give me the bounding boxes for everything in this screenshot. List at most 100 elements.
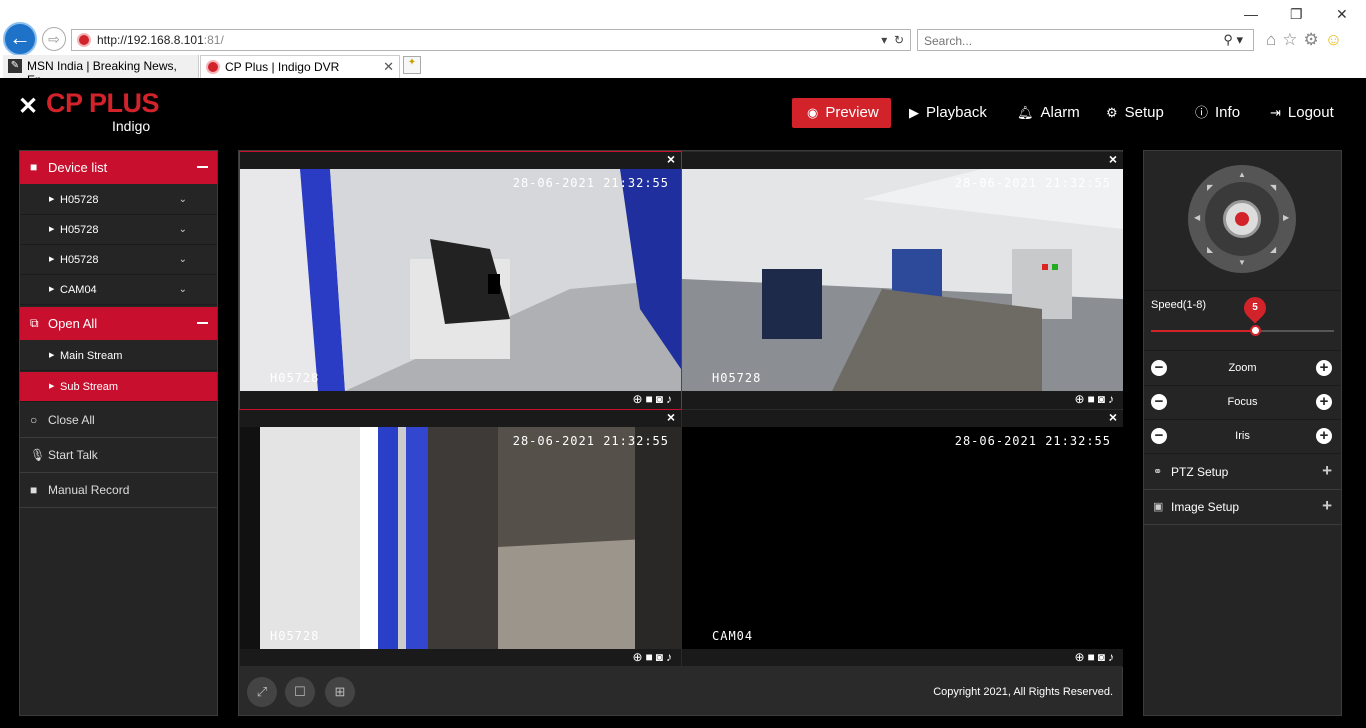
expand-plus-icon[interactable]: + bbox=[1322, 453, 1332, 488]
manual-record-button[interactable]: ■ Manual Record bbox=[20, 473, 217, 508]
zoom-icon[interactable]: ⊕ bbox=[1074, 392, 1087, 406]
start-talk-button[interactable]: 🎙︎ Start Talk bbox=[20, 438, 217, 473]
settings-gear-icon[interactable]: ⚙ bbox=[1304, 30, 1325, 49]
snapshot-icon[interactable]: ◙ bbox=[1098, 650, 1108, 664]
pane-tools[interactable]: ⊕■◙♪ bbox=[1074, 650, 1117, 664]
pane-toolbar: ⊕■◙♪ bbox=[240, 649, 681, 667]
close-all-button[interactable]: ○ Close All bbox=[20, 403, 217, 438]
snapshot-icon[interactable]: ◙ bbox=[1098, 392, 1108, 406]
ptz-down-left-arrow-icon[interactable]: ◣ bbox=[1207, 245, 1213, 254]
chevron-down-icon[interactable]: ⌄ bbox=[179, 245, 187, 275]
bell-icon: 🔔︎ bbox=[1017, 105, 1034, 120]
ptz-up-right-arrow-icon[interactable]: ◥ bbox=[1270, 183, 1276, 192]
collapse-icon[interactable] bbox=[197, 322, 208, 324]
focus-plus-button[interactable]: + bbox=[1316, 394, 1332, 410]
zoom-in-button[interactable]: + bbox=[1316, 360, 1332, 376]
stream-item-main[interactable]: ▶ Main Stream bbox=[20, 341, 217, 371]
audio-icon[interactable]: ♪ bbox=[666, 392, 675, 406]
close-icon[interactable]: × bbox=[1109, 409, 1117, 425]
video-pane[interactable]: × 28-06-2021 21:32:55 H05728 ⊕■◙♪ bbox=[239, 151, 682, 410]
address-controls[interactable]: ▾ ↻ bbox=[881, 33, 904, 47]
device-item[interactable]: ▶ H05728 ⌄ bbox=[20, 215, 217, 245]
zoom-icon[interactable]: ⊕ bbox=[632, 392, 645, 406]
home-icon[interactable]: ⌂ bbox=[1266, 30, 1282, 49]
ptz-right-arrow-icon[interactable]: ▶ bbox=[1283, 213, 1289, 222]
close-icon[interactable]: × bbox=[1109, 151, 1117, 167]
forward-button[interactable]: ⇨ bbox=[42, 27, 66, 51]
address-bar[interactable]: http://192.168.8.101:81/ ▾ ↻ bbox=[71, 29, 911, 51]
video-pane[interactable]: × 28-06-2021 21:32:55 H05728 ⊕■◙♪ bbox=[682, 151, 1123, 409]
zoom-icon[interactable]: ⊕ bbox=[1074, 650, 1087, 664]
chevron-down-icon[interactable]: ⌄ bbox=[179, 215, 187, 245]
nav-setup[interactable]: ⚙ Setup bbox=[1106, 98, 1164, 128]
new-tab-button[interactable]: ✦ bbox=[403, 56, 421, 74]
pane-tools[interactable]: ⊕■◙♪ bbox=[632, 392, 675, 406]
nav-info[interactable]: ⓘ Info bbox=[1195, 98, 1240, 128]
ptz-center-button[interactable] bbox=[1223, 200, 1261, 238]
device-item[interactable]: ▶ H05728 ⌄ bbox=[20, 245, 217, 275]
record-icon[interactable]: ■ bbox=[646, 650, 656, 664]
caret-right-icon: ▶ bbox=[49, 196, 55, 203]
snapshot-icon[interactable]: ◙ bbox=[656, 392, 666, 406]
ptz-down-arrow-icon[interactable]: ▼ bbox=[1238, 258, 1246, 267]
tab-close-icon[interactable]: ✕ bbox=[383, 59, 394, 75]
back-button[interactable]: ← bbox=[3, 22, 37, 56]
record-icon[interactable]: ■ bbox=[1088, 392, 1098, 406]
ptz-up-arrow-icon[interactable]: ▲ bbox=[1238, 170, 1246, 179]
audio-icon[interactable]: ♪ bbox=[1108, 392, 1117, 406]
camera-feed[interactable]: 28-06-2021 21:32:55 H05728 bbox=[240, 169, 681, 391]
nav-logout[interactable]: ⇥ Logout bbox=[1270, 98, 1334, 128]
ptz-down-right-arrow-icon[interactable]: ◢ bbox=[1270, 245, 1276, 254]
pane-tools[interactable]: ⊕■◙♪ bbox=[1074, 392, 1117, 406]
nav-playback[interactable]: ▶ Playback bbox=[909, 98, 987, 128]
chevron-down-icon[interactable]: ⌄ bbox=[179, 185, 187, 215]
chevron-down-icon[interactable]: ⌄ bbox=[179, 275, 187, 305]
ptz-left-arrow-icon[interactable]: ◀ bbox=[1194, 213, 1200, 222]
audio-icon[interactable]: ♪ bbox=[1108, 650, 1117, 664]
snapshot-icon[interactable]: ◙ bbox=[656, 650, 666, 664]
fullscreen-button[interactable]: ⤢ bbox=[247, 677, 277, 707]
ptz-up-left-arrow-icon[interactable]: ◤ bbox=[1207, 183, 1213, 192]
open-all-header[interactable]: ⧉ Open All bbox=[20, 307, 217, 340]
collapse-icon[interactable] bbox=[197, 166, 208, 168]
single-view-button[interactable]: ☐ bbox=[285, 677, 315, 707]
image-setup-section[interactable]: ▣ Image Setup + bbox=[1144, 490, 1341, 525]
pane-tools[interactable]: ⊕■◙♪ bbox=[632, 650, 675, 664]
device-list-header[interactable]: ■ Device list bbox=[20, 151, 217, 184]
camera-feed[interactable]: 28-06-2021 21:32:55 H05728 bbox=[682, 169, 1123, 391]
close-icon[interactable]: × bbox=[667, 151, 675, 167]
device-item[interactable]: ▶ CAM04 ⌄ bbox=[20, 275, 217, 305]
quad-view-button[interactable]: ⊞ bbox=[325, 677, 355, 707]
search-icon[interactable]: ⚲ ▾ bbox=[1223, 32, 1243, 48]
video-pane[interactable]: × 28-06-2021 21:32:55 H05728 ⊕■◙♪ bbox=[240, 409, 681, 667]
external-link-icon: ⧉ bbox=[30, 316, 39, 330]
iris-plus-button[interactable]: + bbox=[1316, 428, 1332, 444]
zoom-icon[interactable]: ⊕ bbox=[632, 650, 645, 664]
browser-tab-msn[interactable]: ✎ MSN India | Breaking News, En... bbox=[3, 55, 199, 87]
ptz-setup-section[interactable]: ⚭ PTZ Setup + bbox=[1144, 455, 1341, 490]
favorites-star-icon[interactable]: ☆ bbox=[1282, 30, 1303, 49]
ptz-joystick[interactable]: ▲ ▼ ◀ ▶ ◤ ◥ ◣ ◢ bbox=[1188, 165, 1296, 273]
browser-search-box[interactable]: ⚲ ▾ bbox=[917, 29, 1254, 51]
device-item[interactable]: ▶ H05728 ⌄ bbox=[20, 185, 217, 215]
speed-slider[interactable]: 5 bbox=[1151, 292, 1334, 336]
nav-preview[interactable]: ◉ Preview bbox=[792, 98, 891, 128]
audio-icon[interactable]: ♪ bbox=[666, 650, 675, 664]
browser-tab-cpplus[interactable]: CP Plus | Indigo DVR ✕ bbox=[200, 55, 400, 78]
close-icon[interactable]: × bbox=[667, 409, 675, 425]
camera-feed[interactable]: 28-06-2021 21:32:55 CAM04 bbox=[682, 427, 1123, 649]
record-icon[interactable]: ■ bbox=[646, 392, 656, 406]
browser-search-input[interactable] bbox=[924, 32, 1204, 50]
speed-slider-knob[interactable] bbox=[1250, 325, 1262, 336]
video-pane[interactable]: × 28-06-2021 21:32:55 CAM04 ⊕■◙♪ bbox=[682, 409, 1123, 667]
record-icon[interactable]: ■ bbox=[1088, 650, 1098, 664]
restore-icon[interactable]: ❐ bbox=[1290, 6, 1303, 23]
nav-alarm[interactable]: 🔔︎ Alarm bbox=[1017, 98, 1080, 128]
close-window-icon[interactable]: ✕ bbox=[1336, 6, 1348, 23]
url-text[interactable]: http://192.168.8.101:81/ bbox=[97, 33, 224, 47]
camera-feed[interactable]: 28-06-2021 21:32:55 H05728 bbox=[240, 427, 681, 649]
feedback-smiley-icon[interactable]: ☺ bbox=[1325, 30, 1348, 49]
expand-plus-icon[interactable]: + bbox=[1322, 488, 1332, 523]
stream-item-sub[interactable]: ▶ Sub Stream bbox=[20, 372, 217, 402]
minimize-icon[interactable]: — bbox=[1244, 6, 1258, 22]
